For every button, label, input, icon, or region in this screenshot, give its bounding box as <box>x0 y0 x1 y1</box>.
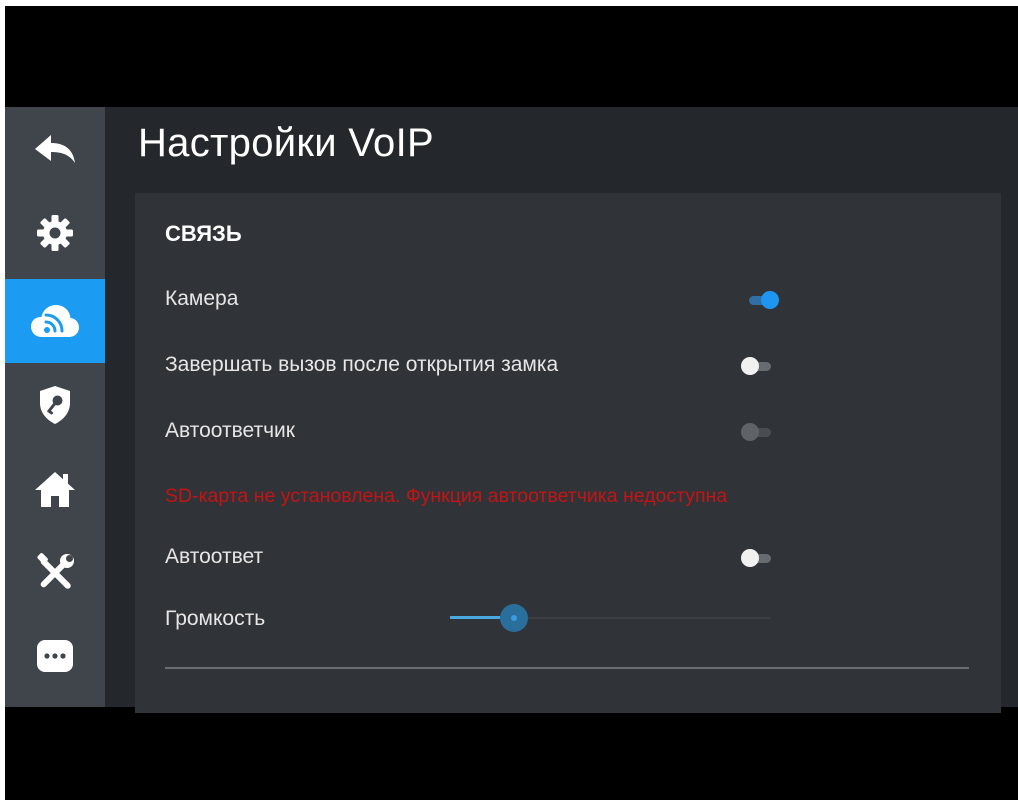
chat-dots-icon <box>36 639 74 675</box>
shield-key-icon <box>38 385 72 425</box>
sidebar-item-home[interactable] <box>5 447 105 531</box>
sidebar-item-back[interactable] <box>5 107 105 191</box>
back-arrow-icon <box>33 132 77 166</box>
volume-slider[interactable] <box>450 603 770 633</box>
end-call-after-unlock-toggle[interactable] <box>741 356 773 376</box>
cloud-wifi-icon <box>30 303 80 339</box>
sidebar-item-more[interactable] <box>5 615 105 699</box>
end-call-after-unlock-label: Завершать вызов после открытия замка <box>165 353 559 376</box>
page-title: Настройки VoIP <box>138 121 434 165</box>
divider <box>165 667 969 669</box>
sidebar-item-tools[interactable] <box>5 531 105 615</box>
sidebar-item-voip[interactable] <box>5 279 105 363</box>
sidebar-item-security[interactable] <box>5 363 105 447</box>
sd-card-warning: SD-карта не установлена. Функция автоотв… <box>165 485 728 507</box>
answering-machine-toggle[interactable] <box>741 422 773 442</box>
device-screen: Настройки VoIP СВЯЗЬ Камера Завершать вы… <box>5 6 1018 800</box>
camera-label: Камера <box>165 287 239 310</box>
auto-answer-toggle[interactable] <box>741 548 773 568</box>
sidebar <box>5 107 105 707</box>
tools-icon <box>34 552 76 594</box>
volume-label: Громкость <box>165 607 266 630</box>
volume-slider-thumb[interactable] <box>500 604 528 632</box>
camera-toggle[interactable] <box>747 290 779 310</box>
auto-answer-label: Автоответ <box>165 545 264 568</box>
gear-icon <box>36 214 74 252</box>
sidebar-item-general-settings[interactable] <box>5 191 105 275</box>
section-title: СВЯЗЬ <box>165 221 242 246</box>
settings-app: Настройки VoIP СВЯЗЬ Камера Завершать вы… <box>5 107 1018 713</box>
home-icon <box>34 470 76 508</box>
answering-machine-label: Автоответчик <box>165 419 295 442</box>
settings-panel: СВЯЗЬ Камера Завершать вызов после откры… <box>135 193 1001 713</box>
